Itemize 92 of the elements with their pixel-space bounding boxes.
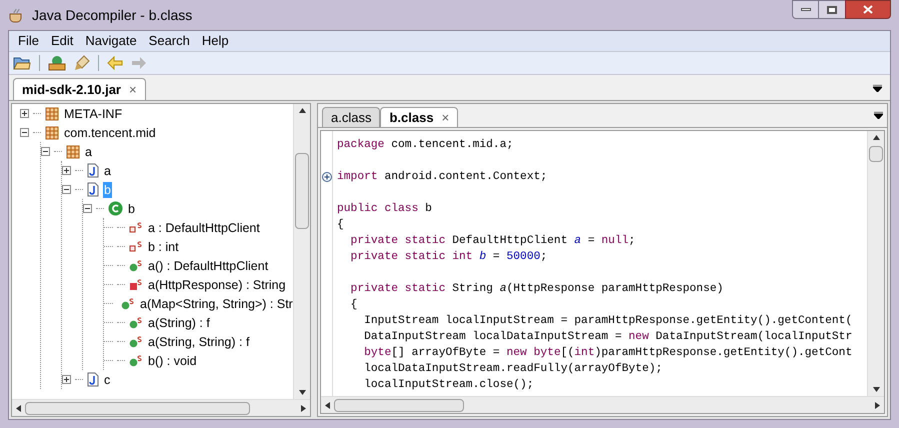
horizontal-scrollbar[interactable] [12, 399, 310, 416]
expand-toggle[interactable] [62, 375, 71, 384]
scroll-left-icon[interactable] [325, 402, 330, 408]
field-icon [129, 240, 143, 252]
back-arrow-icon[interactable] [107, 56, 123, 70]
method-icon [129, 336, 143, 348]
code-line: { [337, 219, 344, 231]
scrollbar-thumb[interactable] [869, 146, 883, 162]
tree-item[interactable]: b [127, 200, 136, 216]
scroll-down-icon[interactable] [298, 390, 306, 395]
code-line: localDataInputStream.readFully(arrayOfByte); [363, 363, 662, 375]
menu-item[interactable]: Help [196, 31, 234, 51]
method-icon [129, 260, 143, 272]
dropdown-icon[interactable] [873, 85, 882, 92]
menu-item[interactable]: Navigate [80, 31, 142, 51]
code-line: package com.tencent.mid.a; [337, 139, 514, 151]
close-icon [863, 5, 873, 14]
field-icon [129, 222, 143, 234]
app-icon [8, 7, 24, 23]
package-icon [66, 144, 80, 158]
collapse-toggle[interactable] [62, 185, 71, 194]
code-line: DataInputStream localDataInputStream = new DataInputStream(localInputStr [363, 331, 852, 343]
minimize-button[interactable] [792, 0, 819, 19]
close-tab-button[interactable]: × [129, 80, 137, 100]
private-method-icon [129, 278, 143, 290]
java-file-icon [87, 182, 99, 197]
maximize-button[interactable] [819, 0, 845, 19]
scroll-right-icon[interactable] [301, 404, 306, 412]
maximize-icon [827, 6, 837, 14]
method-icon [129, 354, 143, 366]
editor-tab-label: a.class [331, 108, 372, 127]
file-tab[interactable]: mid-sdk-2.10.jar × [13, 78, 146, 100]
scroll-right-icon[interactable] [875, 402, 880, 408]
scrollbar-thumb[interactable] [295, 153, 309, 229]
open-type-icon[interactable] [48, 55, 66, 71]
package-icon [45, 106, 59, 120]
scroll-left-icon[interactable] [16, 404, 21, 412]
editor-tab[interactable]: a.class [322, 107, 380, 127]
tree-item[interactable]: a [103, 162, 112, 178]
code-line: import android.content.Context; [337, 171, 548, 183]
menu-item[interactable]: Search [144, 31, 195, 51]
scroll-up-icon[interactable] [298, 108, 306, 113]
code-line: private static int b = 50000; [350, 251, 548, 263]
tree-item[interactable]: a(HttpResponse) : String [147, 276, 287, 292]
editor-tab-label: b.class [389, 108, 434, 127]
scrollbar-thumb[interactable] [334, 398, 464, 412]
tree-item[interactable]: b : int [147, 238, 180, 254]
expand-toggle[interactable] [20, 109, 29, 118]
tree-item[interactable]: a(String) : f [147, 314, 211, 330]
expand-fold-icon[interactable] [322, 172, 332, 182]
dropdown-icon[interactable] [874, 112, 883, 119]
scroll-up-icon[interactable] [872, 135, 880, 140]
method-icon [121, 298, 135, 310]
scroll-down-icon[interactable] [872, 387, 880, 392]
code-line: InputStream localInputStream = paramHttpResponse.getEntity().getContent( [363, 315, 852, 327]
tree-item[interactable]: b() : void [147, 352, 198, 368]
tree-item[interactable]: META-INF [63, 106, 124, 122]
tree-item[interactable]: c [103, 372, 112, 388]
java-file-icon [87, 163, 99, 178]
method-icon [129, 316, 143, 328]
tree-item[interactable]: a : DefaultHttpClient [147, 220, 261, 236]
tree-item[interactable]: a(String, String) : f [147, 334, 250, 350]
menu-item[interactable]: Edit [46, 31, 78, 51]
code-line: byte[] arrayOfByte = new byte[(int)paramHttpResponse.getEntity().getCont [363, 347, 852, 359]
collapse-toggle[interactable] [41, 147, 50, 156]
menu-item[interactable]: File [13, 31, 44, 51]
collapse-toggle[interactable] [20, 128, 29, 137]
vertical-scrollbar[interactable] [867, 131, 884, 396]
window-title: Java Decompiler - b.class [32, 6, 192, 25]
file-tab-label: mid-sdk-2.10.jar [22, 80, 121, 99]
open-folder-icon[interactable] [13, 56, 31, 70]
tree-item[interactable]: a() : DefaultHttpClient [147, 258, 270, 274]
scrollbar-thumb[interactable] [25, 402, 250, 414]
tree-item[interactable]: a(Map<String, String>) : Str [139, 296, 293, 312]
tree-item[interactable]: com.tencent.mid [63, 124, 157, 140]
code-line: private static String a(HttpResponse paramHttpResponse) [350, 283, 724, 295]
tree-item[interactable]: a [84, 144, 93, 160]
expand-toggle[interactable] [62, 166, 71, 175]
close-tab-button[interactable]: × [442, 108, 450, 128]
package-icon [45, 126, 59, 140]
code-line: { [350, 299, 358, 311]
horizontal-scrollbar[interactable] [321, 396, 884, 413]
class-icon [108, 201, 123, 216]
vertical-scrollbar[interactable] [293, 104, 310, 399]
minimize-icon [800, 8, 810, 11]
editor-tab[interactable]: b.class × [380, 107, 458, 127]
collapse-toggle[interactable] [83, 204, 92, 213]
code-line: localInputStream.close(); [363, 379, 534, 391]
close-button[interactable] [845, 0, 891, 19]
java-file-icon [87, 372, 99, 387]
code-line: public class b [337, 203, 432, 215]
code-line: private static DefaultHttpClient a = null; [350, 235, 636, 247]
